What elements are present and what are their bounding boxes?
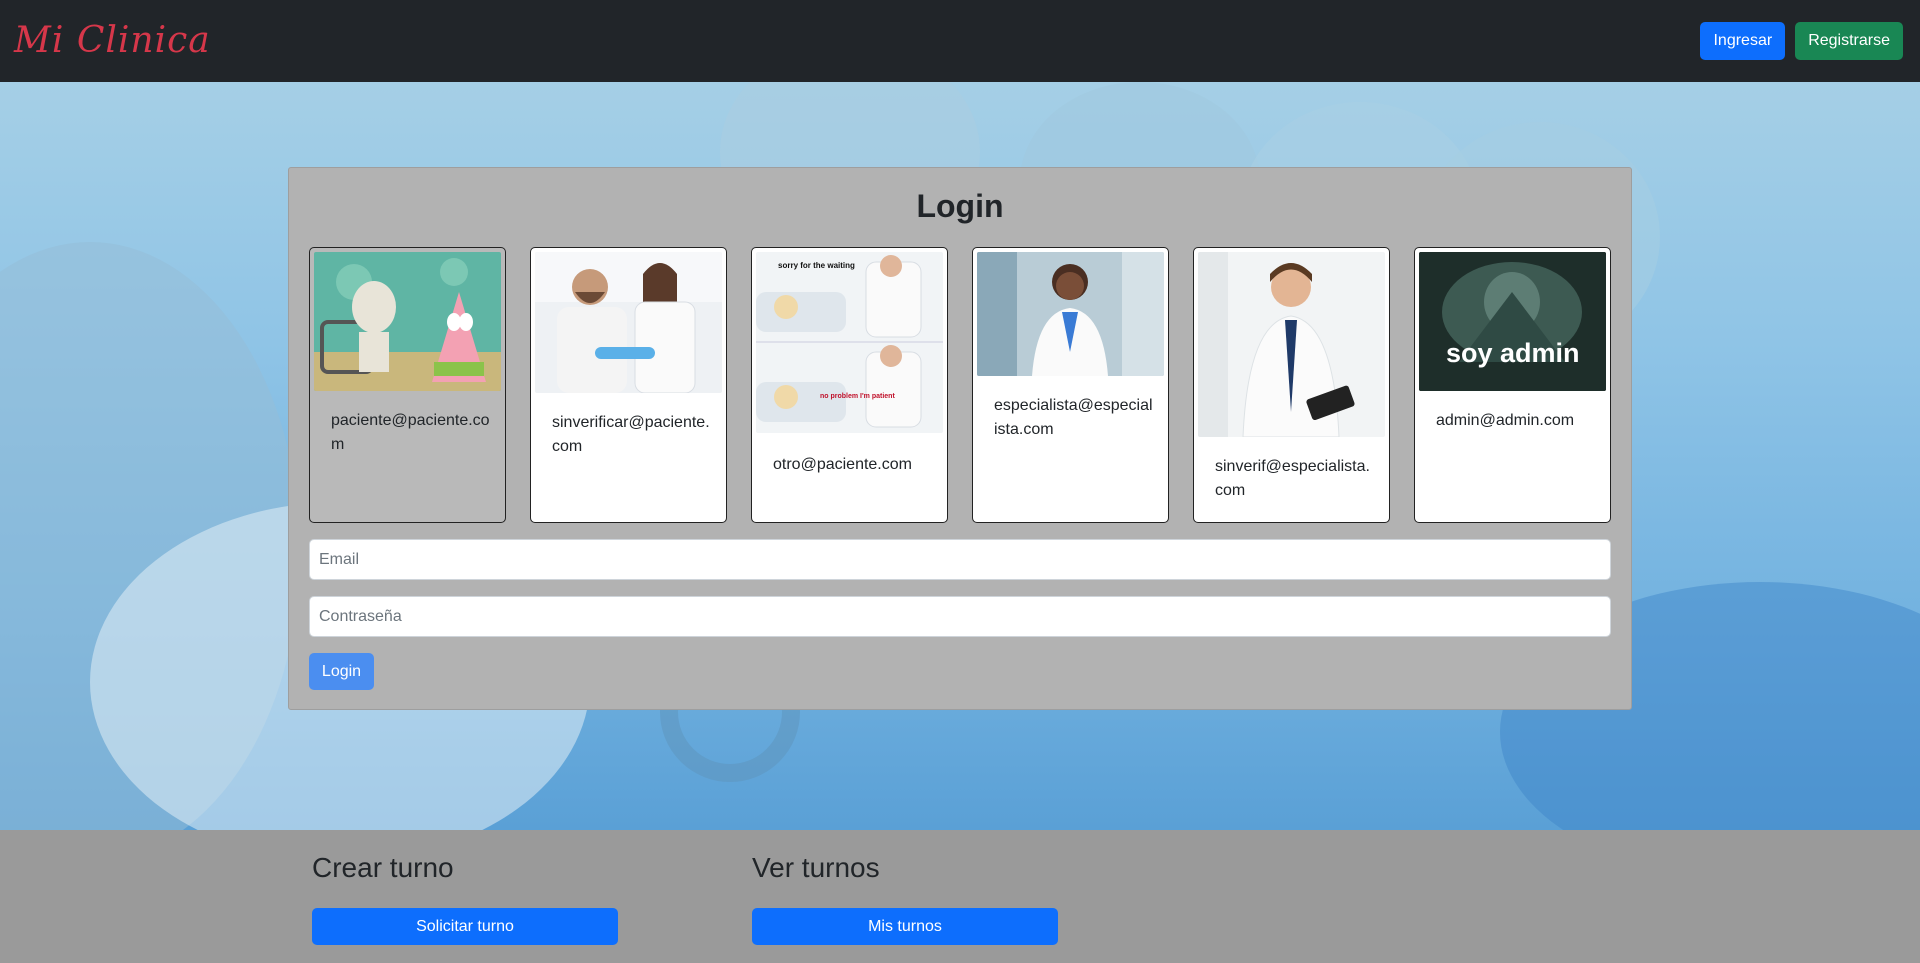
login-title: Login — [916, 188, 1004, 224]
crear-turno-title: Crear turno — [312, 852, 454, 883]
quick-login-email: admin@admin.com — [1436, 412, 1575, 429]
meme-caption-bottom: no problem I'm patient — [820, 393, 895, 400]
brand-logo[interactable]: Mi Clinica — [14, 23, 211, 59]
admin-meme-caption: soy admin — [1446, 338, 1580, 368]
email-field[interactable] — [309, 539, 1611, 580]
quick-login-email: paciente@paciente.com — [331, 412, 490, 453]
quick-login-email: sinverificar@paciente.com — [552, 414, 710, 455]
ingresar-button[interactable]: Ingresar — [1700, 22, 1786, 60]
meme-caption-top: sorry for the waiting — [778, 261, 855, 270]
password-field[interactable] — [309, 596, 1611, 637]
user-avatar-image: sorry for the waiting no problem I'm pat… — [756, 252, 943, 433]
login-button[interactable]: Login — [309, 653, 374, 690]
solicitar-turno-button[interactable]: Solicitar turno — [312, 908, 618, 945]
navbar: Mi Clinica Ingresar Registrarse — [0, 0, 1920, 82]
quick-login-card[interactable]: sorry for the waiting no problem I'm pat… — [751, 247, 948, 523]
ver-turnos-title: Ver turnos — [752, 852, 880, 883]
user-avatar-image — [535, 252, 722, 393]
quick-login-card[interactable]: sinverif@especialista.com — [1193, 247, 1390, 523]
quick-login-email: sinverif@especialista.com — [1215, 458, 1370, 499]
user-avatar-image: soy admin — [1419, 252, 1606, 391]
quick-login-email: especialista@especialista.com — [994, 397, 1153, 438]
mis-turnos-button[interactable]: Mis turnos — [752, 908, 1058, 945]
registrarse-button[interactable]: Registrarse — [1795, 22, 1903, 60]
nav-actions: Ingresar Registrarse — [1700, 22, 1903, 60]
user-avatar-image — [977, 252, 1164, 376]
quick-login-card[interactable]: especialista@especialista.com — [972, 247, 1169, 523]
quick-login-card[interactable]: soy admin admin@admin.com — [1414, 247, 1611, 523]
quick-login-card[interactable]: paciente@paciente.com — [309, 247, 506, 523]
login-card: Login paciente@paciente.com sinverificar… — [288, 167, 1632, 710]
quick-login-email: otro@paciente.com — [773, 456, 912, 473]
user-avatar-image — [1198, 252, 1385, 437]
footer: Crear turno Solicitar turno Ver turnos M… — [0, 830, 1920, 963]
user-avatar-image — [314, 252, 501, 391]
quick-login-card[interactable]: sinverificar@paciente.com — [530, 247, 727, 523]
